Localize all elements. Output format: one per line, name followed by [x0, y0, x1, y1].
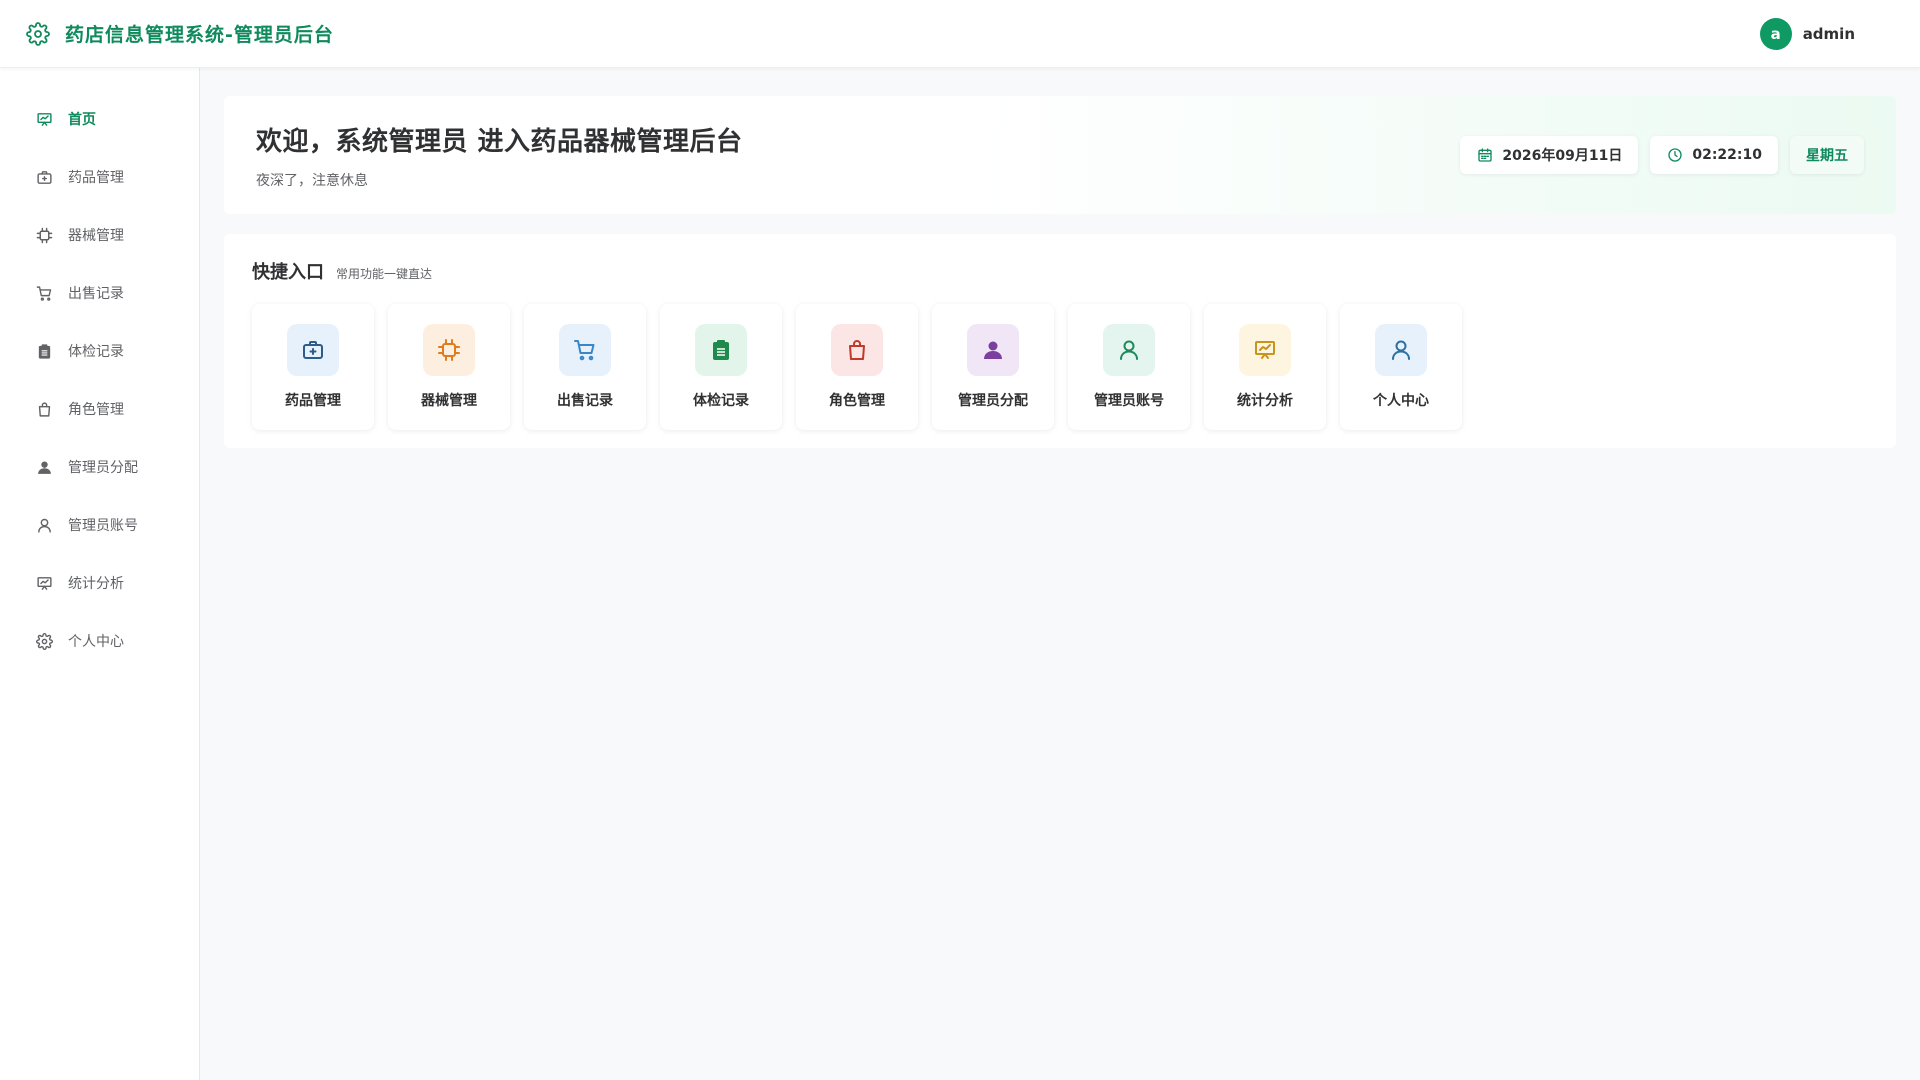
quick-card-label: 统计分析 — [1237, 393, 1293, 409]
page-title: 欢迎，系统管理员 进入药品器械管理后台 — [256, 126, 743, 157]
quick-access-panel: 快捷入口 常用功能一键直达 药品管理 器械管理 出售记录 体检记录 角色管理 管… — [224, 234, 1896, 448]
presentation-chart-icon — [35, 110, 53, 128]
quick-card-devices[interactable]: 器械管理 — [388, 304, 510, 430]
presentation-chart-icon — [1239, 324, 1291, 376]
quick-card-checkup[interactable]: 体检记录 — [660, 304, 782, 430]
clipboard-icon — [35, 342, 53, 360]
sidebar-item-sales[interactable]: 出售记录 — [0, 264, 199, 322]
sidebar-item-medicine[interactable]: 药品管理 — [0, 148, 199, 206]
sidebar-item-label: 药品管理 — [68, 170, 124, 186]
date-display: 2026年09月11日 — [1460, 136, 1639, 174]
shopping-bag-icon — [35, 400, 53, 418]
sidebar-item-profile[interactable]: 个人中心 — [0, 612, 199, 670]
quick-card-label: 个人中心 — [1373, 393, 1429, 409]
user-outline-icon — [1375, 324, 1427, 376]
gear-icon — [35, 632, 53, 650]
chip-icon — [35, 226, 53, 244]
sidebar-item-label: 统计分析 — [68, 576, 124, 592]
chip-icon — [423, 324, 475, 376]
quick-card-label: 体检记录 — [693, 393, 749, 409]
user-menu[interactable]: a admin — [1759, 17, 1855, 50]
quick-card-statistics[interactable]: 统计分析 — [1204, 304, 1326, 430]
time-display: 02:22:10 — [1650, 136, 1778, 174]
shopping-bag-icon — [831, 324, 883, 376]
medical-kit-icon — [35, 168, 53, 186]
quick-card-label: 角色管理 — [829, 393, 885, 409]
user-filled-icon — [967, 324, 1019, 376]
weekday-display: 星期五 — [1790, 136, 1864, 174]
quick-access-cards: 药品管理 器械管理 出售记录 体检记录 角色管理 管理员分配 管理员账号 统计分… — [252, 304, 1868, 430]
clipboard-icon — [695, 324, 747, 376]
quick-card-admin-assign[interactable]: 管理员分配 — [932, 304, 1054, 430]
avatar[interactable]: a — [1759, 17, 1792, 50]
user-outline-icon — [1103, 324, 1155, 376]
quick-card-label: 管理员账号 — [1094, 393, 1164, 409]
user-outline-icon — [35, 516, 53, 534]
sidebar-item-home[interactable]: 首页 — [0, 90, 199, 148]
sidebar-item-label: 出售记录 — [68, 286, 124, 302]
quick-card-sales[interactable]: 出售记录 — [524, 304, 646, 430]
quick-card-admin-accounts[interactable]: 管理员账号 — [1068, 304, 1190, 430]
sidebar: 首页 药品管理 器械管理 出售记录 体检记录 角色管理 管理员分配 管理员账号 … — [0, 68, 200, 1080]
quick-card-profile[interactable]: 个人中心 — [1340, 304, 1462, 430]
sidebar-item-label: 管理员账号 — [68, 518, 138, 534]
welcome-banner: 欢迎，系统管理员 进入药品器械管理后台 夜深了，注意休息 2026年09月11日… — [224, 96, 1896, 214]
clock-icon — [1666, 147, 1683, 164]
shopping-cart-icon — [35, 284, 53, 302]
quick-card-medicine[interactable]: 药品管理 — [252, 304, 374, 430]
presentation-chart-icon — [35, 574, 53, 592]
quick-card-label: 药品管理 — [285, 393, 341, 409]
sidebar-item-label: 体检记录 — [68, 344, 124, 360]
medical-kit-icon — [287, 324, 339, 376]
welcome-text: 欢迎，系统管理员 进入药品器械管理后台 夜深了，注意休息 — [256, 121, 1448, 190]
sidebar-item-admin-accounts[interactable]: 管理员账号 — [0, 496, 199, 554]
user-filled-icon — [35, 458, 53, 476]
calendar-icon — [1476, 147, 1493, 164]
quick-card-label: 器械管理 — [421, 393, 477, 409]
username[interactable]: admin — [1803, 25, 1855, 43]
shopping-cart-icon — [559, 324, 611, 376]
sidebar-item-label: 角色管理 — [68, 402, 124, 418]
sidebar-item-devices[interactable]: 器械管理 — [0, 206, 199, 264]
greeting-subtitle: 夜深了，注意休息 — [256, 172, 368, 189]
sidebar-item-checkup[interactable]: 体检记录 — [0, 322, 199, 380]
quick-card-roles[interactable]: 角色管理 — [796, 304, 918, 430]
section-title: 快捷入口 — [252, 262, 324, 283]
time-text: 02:22:10 — [1692, 147, 1762, 163]
quick-card-label: 管理员分配 — [958, 393, 1028, 409]
sidebar-item-label: 首页 — [68, 112, 96, 128]
date-text: 2026年09月11日 — [1502, 148, 1623, 164]
sidebar-item-statistics[interactable]: 统计分析 — [0, 554, 199, 612]
top-bar: 药店信息管理系统-管理员后台 a admin — [0, 0, 1920, 68]
section-subtitle: 常用功能一键直达 — [336, 267, 433, 281]
sidebar-item-roles[interactable]: 角色管理 — [0, 380, 199, 438]
quick-access-header: 快捷入口 常用功能一键直达 — [252, 258, 1868, 284]
quick-card-label: 出售记录 — [557, 393, 613, 409]
weekday-text: 星期五 — [1806, 148, 1848, 164]
sidebar-item-label: 个人中心 — [68, 634, 124, 650]
gear-icon — [25, 21, 51, 47]
app-title: 药店信息管理系统-管理员后台 — [65, 24, 334, 46]
sidebar-item-admin-assign[interactable]: 管理员分配 — [0, 438, 199, 496]
sidebar-item-label: 管理员分配 — [68, 460, 138, 476]
sidebar-item-label: 器械管理 — [68, 228, 124, 244]
